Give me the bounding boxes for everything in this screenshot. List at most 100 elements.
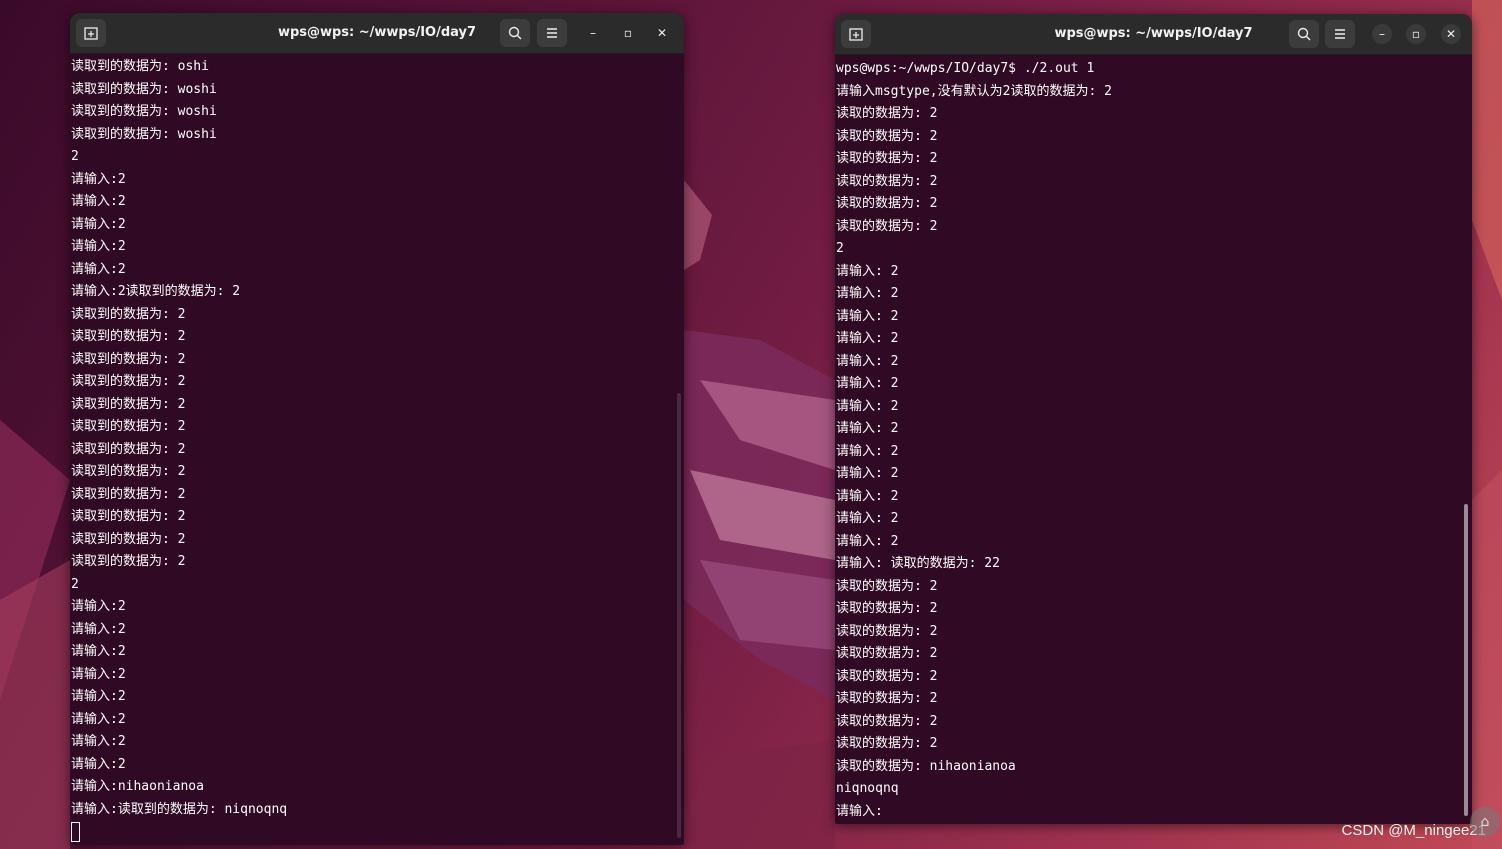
terminal-output[interactable]: 读取到的数据为: oshi 读取到的数据为: woshi 读取到的数据为: wosh… [70, 56, 684, 845]
close-button[interactable]: ✕ [1441, 24, 1461, 44]
terminal-line: 2 [71, 149, 79, 164]
terminal-line: 读取的数据为: 2 [836, 173, 938, 189]
terminal-line: 读取到的数据为: woshi [71, 104, 217, 119]
terminal-line: 读取到的数据为: 2 [71, 486, 186, 502]
maximize-icon: ▫ [623, 26, 633, 40]
menu-button[interactable] [1325, 20, 1355, 48]
terminal-line: 读取到的数据为: 2 [71, 441, 186, 457]
terminal-line: 读取的数据为: 2 [836, 218, 938, 234]
terminal-line: 请输入:2 [71, 621, 126, 637]
terminal-line: 请输入: 2 [836, 331, 899, 346]
terminal-line: 读取的数据为: 2 [836, 623, 938, 639]
terminal-line: 请输入: 2 [836, 308, 899, 324]
terminal-line: 请输入:2 [71, 599, 126, 614]
terminal-line: 请输入: 2 [836, 533, 899, 549]
terminal-line: 请输入: 2 [836, 443, 899, 459]
terminal-line: 请输入:2 [71, 239, 126, 254]
scrollbar[interactable] [1464, 504, 1468, 816]
search-icon [508, 26, 522, 40]
terminal-line: 读取的数据为: 2 [836, 601, 938, 616]
terminal-line: 读取的数据为: 2 [836, 196, 938, 211]
text-cursor [71, 821, 80, 842]
terminal-line: 请输入:2 [71, 644, 126, 659]
left-titlebar[interactable]: wps@wps: ~/wwps/IO/day7 – ▫ ✕ [70, 13, 684, 54]
terminal-line: 请输入: 2 [836, 398, 899, 414]
terminal-line: 读取到的数据为: 2 [71, 396, 186, 412]
minimize-icon: – [590, 26, 596, 40]
maximize-button[interactable]: ▫ [1406, 24, 1426, 44]
terminal-line: 读取的数据为: 2 [836, 668, 938, 684]
search-icon [1297, 27, 1311, 41]
close-icon: ✕ [656, 26, 668, 40]
terminal-line: 请输入:2 [71, 216, 126, 232]
terminal-prompt-line[interactable] [71, 821, 684, 844]
terminal-line: 请输入:读取到的数据为: niqnoqnq [71, 801, 288, 817]
terminal-line: 请输入:2 [71, 756, 126, 772]
left-terminal-window[interactable]: wps@wps: ~/wwps/IO/day7 – ▫ ✕ 读取到的数据为: o… [70, 13, 684, 845]
terminal-line: 读取的数据为: 2 [836, 128, 938, 144]
hamburger-menu-icon [1335, 29, 1345, 39]
terminal-line: 读取的数据为: 2 [836, 578, 938, 594]
terminal-line: niqnoqnq [836, 781, 899, 796]
search-button[interactable] [500, 19, 530, 47]
terminal-line: 请输入msgtype,没有默认为2读取的数据为: 2 [836, 83, 1112, 99]
new-tab-icon [849, 28, 863, 41]
terminal-line: 请输入:2 [71, 734, 126, 749]
terminal-line: 请输入:2读取到的数据为: 2 [71, 284, 241, 299]
terminal-line: 读取到的数据为: woshi [71, 126, 217, 142]
terminal-line: 请输入: 2 [836, 511, 899, 526]
terminal-line: 读取到的数据为: 2 [71, 464, 186, 479]
terminal-line: 读取到的数据为: 2 [71, 329, 186, 344]
terminal-line: 读取到的数据为: 2 [71, 531, 186, 547]
terminal-line: 请输入: [836, 803, 883, 819]
close-button[interactable]: ✕ [652, 23, 672, 43]
minimize-button[interactable]: – [583, 23, 603, 43]
search-button[interactable] [1289, 20, 1319, 48]
terminal-line: 2 [71, 576, 79, 592]
terminal-line: 请输入: 2 [836, 353, 899, 369]
terminal-line: 请输入: 2 [836, 466, 899, 481]
arrow-up-icon: ⌂ [1480, 814, 1490, 830]
maximize-button[interactable]: ▫ [618, 23, 638, 43]
terminal-line: 请输入:2 [71, 261, 126, 277]
terminal-line: 读取的数据为: 2 [836, 151, 938, 166]
terminal-line: 读取到的数据为: 2 [71, 351, 186, 367]
terminal-line: 读取到的数据为: 2 [71, 419, 186, 434]
terminal-line: 读取到的数据为: 2 [71, 374, 186, 389]
terminal-line: 请输入: 2 [836, 263, 899, 279]
terminal-line: 读取到的数据为: 2 [71, 306, 186, 322]
menu-button[interactable] [537, 19, 567, 47]
terminal-line: 请输入:2 [71, 666, 126, 682]
maximize-icon: ▫ [1411, 27, 1421, 41]
minimize-icon: – [1379, 27, 1385, 41]
terminal-line: 读取的数据为: 2 [836, 691, 938, 706]
scroll-to-top-button[interactable]: ⌂ [1470, 807, 1500, 837]
terminal-line: 请输入: 2 [836, 488, 899, 504]
terminal-line: 读取的数据为: 2 [836, 713, 938, 729]
terminal-line: 请输入: 读取的数据为: 22 [836, 556, 1000, 571]
terminal-line: 读取的数据为: nihaonianoa [836, 758, 1016, 774]
terminal-output[interactable]: wps@wps:~/wwps/IO/day7$ ./2.out 1 请输入msgt… [835, 58, 1472, 824]
minimize-button[interactable]: – [1372, 24, 1392, 44]
new-tab-button[interactable] [76, 19, 106, 47]
terminal-line: 请输入: 2 [836, 421, 899, 436]
terminal-line: wps@wps:~/wwps/IO/day7$ ./2.out 1 [836, 61, 1095, 76]
terminal-line: 读取到的数据为: oshi [71, 59, 209, 74]
terminal-line: 请输入:2 [71, 711, 126, 727]
terminal-line: 请输入: 2 [836, 286, 899, 301]
new-tab-button[interactable] [841, 20, 871, 48]
scrollbar[interactable] [677, 393, 681, 838]
terminal-line: 请输入:2 [71, 689, 126, 704]
new-tab-icon [84, 27, 98, 40]
terminal-line: 读取到的数据为: 2 [71, 509, 186, 524]
right-terminal-window[interactable]: wps@wps: ~/wwps/IO/day7 – ▫ ✕ wps@wps:~/… [835, 14, 1472, 824]
terminal-line: 2 [836, 241, 844, 256]
close-icon: ✕ [1445, 27, 1457, 41]
right-titlebar[interactable]: wps@wps: ~/wwps/IO/day7 – ▫ ✕ [835, 14, 1472, 55]
terminal-line: 请输入:2 [71, 171, 126, 187]
terminal-line: 请输入:2 [71, 194, 126, 209]
terminal-line: 读取的数据为: 2 [836, 106, 938, 121]
terminal-line: 读取的数据为: 2 [836, 646, 938, 661]
hamburger-menu-icon [547, 28, 557, 38]
terminal-line: 读取的数据为: 2 [836, 736, 938, 751]
